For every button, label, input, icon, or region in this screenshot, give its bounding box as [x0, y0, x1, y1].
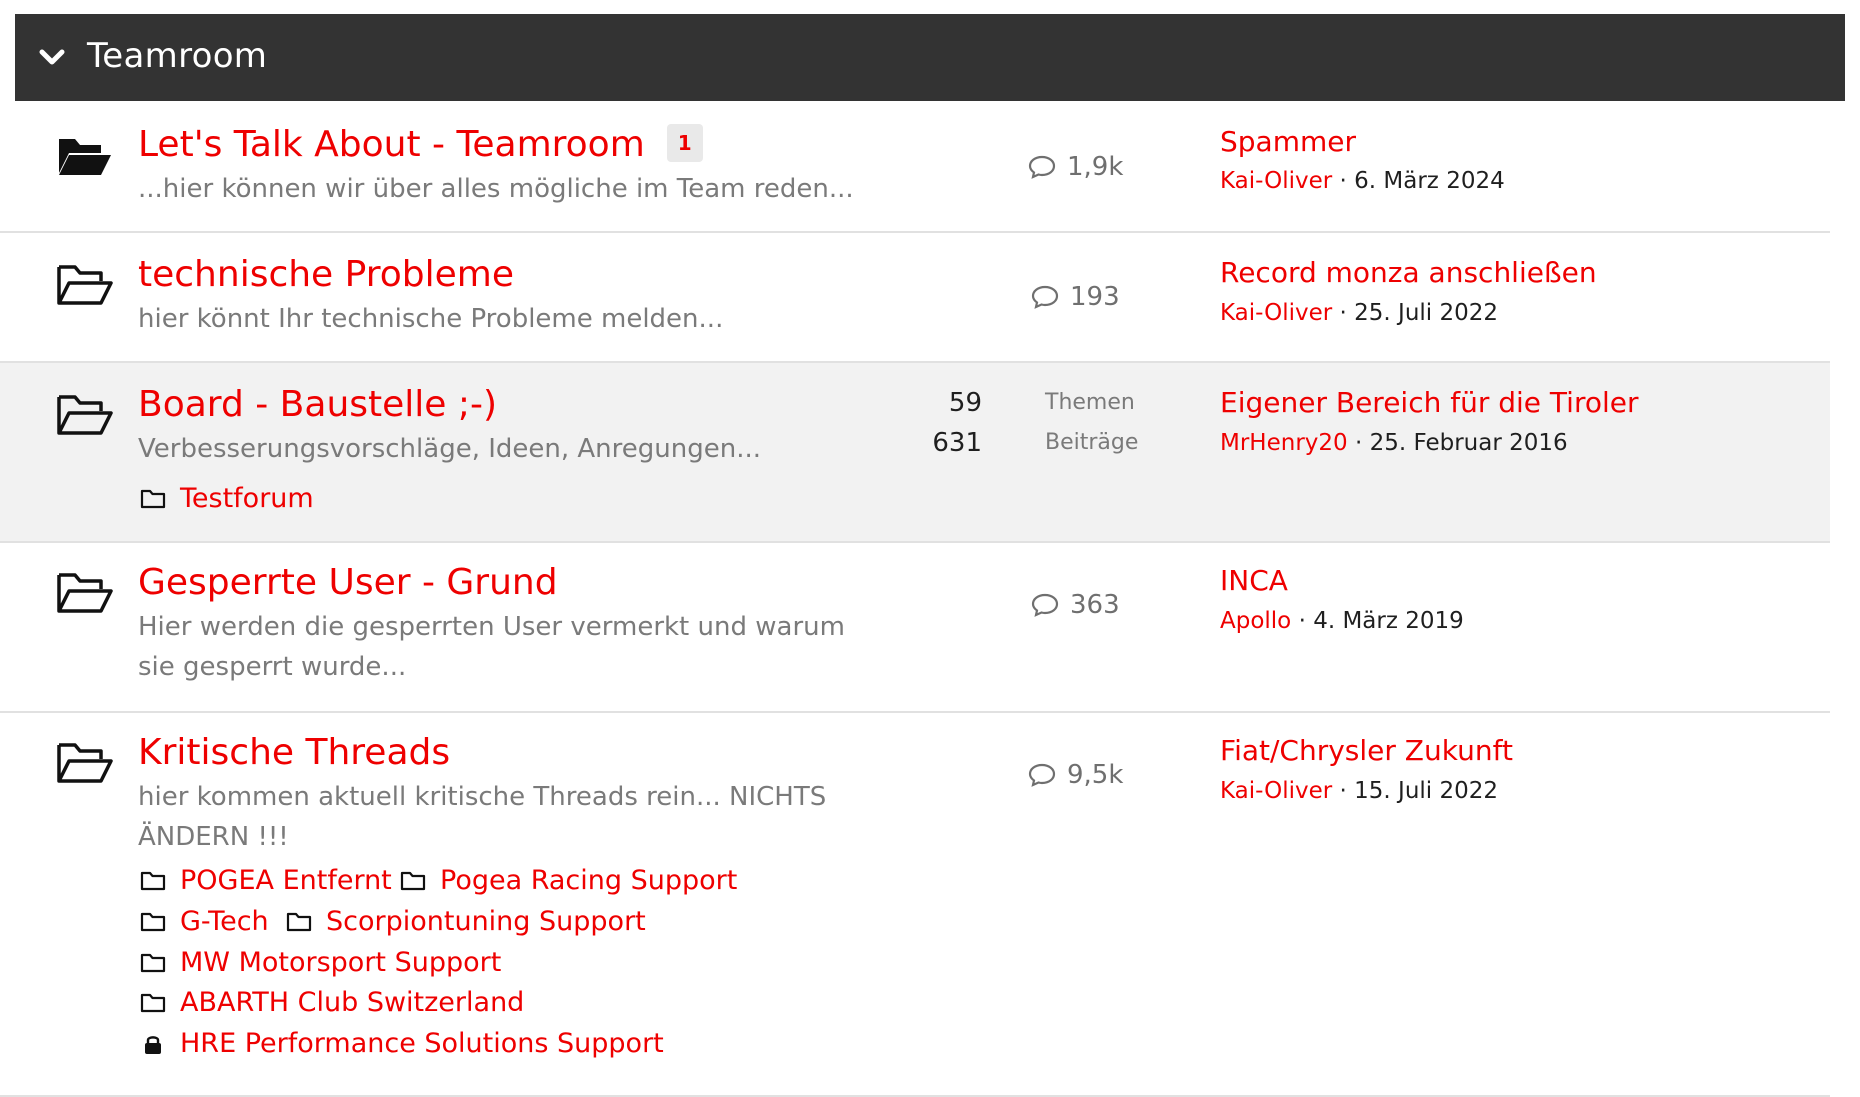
subforum-label[interactable]: POGEA Entfernt — [180, 861, 392, 901]
meta-separator: · — [1339, 300, 1347, 326]
node-title-text[interactable]: Let's Talk About - Teamroom — [138, 124, 645, 165]
last-post-title[interactable]: Fiat/Chrysler Zukunft — [1220, 731, 1513, 771]
chevron-down-icon[interactable] — [37, 44, 67, 70]
message-count-value: 9,5k — [1067, 760, 1124, 790]
folder-icon — [140, 912, 166, 932]
folder-icon — [140, 953, 166, 973]
forum-category-block: Teamroom — [15, 14, 1845, 101]
folder-icon — [140, 489, 166, 509]
subforum-label[interactable]: Testforum — [180, 479, 314, 519]
node-title-text[interactable]: technische Probleme — [138, 254, 514, 295]
lock-icon — [145, 1036, 161, 1054]
thread-count-value: 59 — [948, 388, 982, 418]
subforum-label[interactable]: Pogea Racing Support — [440, 861, 737, 901]
node-description-line: ÄNDERN !!! — [138, 822, 289, 852]
last-post-date[interactable]: 25. Februar 2016 — [1370, 430, 1568, 456]
node-description: hier könnt Ihr technische Probleme melde… — [138, 304, 724, 334]
folder-open-icon — [57, 743, 113, 783]
last-post-meta: Kai-Oliver · 15. Juli 2022 — [1220, 773, 1498, 809]
node-title-text[interactable]: Gesperrte User - Grund — [138, 562, 558, 603]
message-count: 193 — [1030, 277, 1230, 317]
post-count: 631 Beiträge — [0, 423, 1200, 463]
node-description: ...hier können wir über alles mögliche i… — [138, 174, 854, 204]
unread-badge[interactable]: 1 — [666, 124, 703, 162]
last-post-date[interactable]: 4. März 2019 — [1313, 608, 1464, 634]
node-title-link[interactable]: Let's Talk About - Teamroom 1 — [138, 123, 703, 167]
last-post-date[interactable]: 6. März 2024 — [1354, 168, 1505, 194]
subforum-link[interactable]: G-Tech — [140, 902, 269, 942]
last-post-user[interactable]: Kai-Oliver — [1220, 778, 1332, 804]
last-post-user[interactable]: MrHenry20 — [1220, 430, 1348, 456]
forum-node: Board - Baustelle ;-) Verbesserungsvorsc… — [0, 363, 1830, 543]
last-post-date[interactable]: 15. Juli 2022 — [1354, 778, 1498, 804]
subforum-link[interactable]: Testforum — [140, 479, 314, 519]
message-count-value: 1,9k — [1067, 152, 1124, 182]
category-header[interactable]: Teamroom — [15, 14, 1845, 101]
post-count-label: Beiträge — [1045, 430, 1139, 455]
last-post-meta: Apollo · 4. März 2019 — [1220, 603, 1464, 639]
node-description: hier kommen aktuell kritische Threads re… — [138, 777, 878, 857]
node-description-line: Hier werden die gesperrten User vermerkt… — [138, 612, 845, 642]
folder-icon — [400, 871, 426, 891]
message-count: 9,5k — [1027, 755, 1227, 795]
speech-bubble-icon — [1028, 763, 1056, 787]
folder-open-icon — [57, 265, 113, 305]
speech-bubble-icon — [1031, 285, 1059, 309]
speech-bubble-icon — [1028, 155, 1056, 179]
node-title-text[interactable]: Kritische Threads — [138, 732, 450, 773]
subforum-link[interactable]: MW Motorsport Support — [140, 943, 501, 983]
forum-node: Kritische Threads hier kommen aktuell kr… — [0, 713, 1830, 1097]
subforum-link[interactable]: Scorpiontuning Support — [286, 902, 646, 942]
node-description: Hier werden die gesperrten User vermerkt… — [138, 607, 878, 687]
last-post-title[interactable]: Record monza anschließen — [1220, 253, 1597, 293]
last-post-title[interactable]: INCA — [1220, 561, 1288, 601]
node-description-line: hier kommen aktuell kritische Threads re… — [138, 782, 827, 812]
subforum-label[interactable]: ABARTH Club Switzerland — [180, 983, 524, 1023]
message-count-value: 363 — [1070, 590, 1120, 620]
last-post-user[interactable]: Apollo — [1220, 608, 1291, 634]
category-title[interactable]: Teamroom — [87, 34, 267, 78]
folder-icon — [286, 912, 312, 932]
meta-separator: · — [1339, 778, 1347, 804]
meta-separator: · — [1298, 608, 1306, 634]
speech-bubble-icon — [1031, 593, 1059, 617]
subforum-label[interactable]: G-Tech — [180, 902, 269, 942]
folder-icon — [140, 993, 166, 1013]
folder-icon — [140, 871, 166, 891]
meta-separator: · — [1354, 430, 1363, 456]
last-post-date[interactable]: 25. Juli 2022 — [1354, 300, 1498, 326]
subforum-label[interactable]: HRE Performance Solutions Support — [180, 1024, 664, 1064]
subforum-link[interactable]: ABARTH Club Switzerland — [140, 983, 524, 1023]
last-post-meta: Kai-Oliver · 6. März 2024 — [1220, 163, 1505, 199]
folder-open-filled-icon — [59, 139, 111, 175]
thread-count-label: Themen — [1045, 390, 1135, 415]
last-post-meta: MrHenry20 · 25. Februar 2016 — [1220, 425, 1568, 461]
last-post-title[interactable]: Spammer — [1220, 122, 1356, 162]
message-count-value: 193 — [1070, 282, 1120, 312]
message-count: 363 — [1030, 585, 1230, 625]
forum-node: Let's Talk About - Teamroom 1 ...hier kön… — [0, 101, 1830, 233]
last-post-title[interactable]: Eigener Bereich für die Tiroler — [1220, 383, 1639, 423]
post-count-value: 631 — [932, 428, 982, 458]
node-title-link[interactable]: Kritische Threads — [138, 731, 450, 775]
subforum-label[interactable]: Scorpiontuning Support — [326, 902, 646, 942]
message-count: 1,9k — [1027, 147, 1227, 187]
forum-node: technische Probleme hier könnt Ihr techn… — [0, 233, 1830, 363]
thread-count: 59 Themen — [0, 383, 1200, 423]
subforum-label[interactable]: MW Motorsport Support — [180, 943, 501, 983]
forum-node: Gesperrte User - Grund Hier werden die g… — [0, 543, 1830, 713]
last-post-user[interactable]: Kai-Oliver — [1220, 300, 1332, 326]
last-post-user[interactable]: Kai-Oliver — [1220, 168, 1332, 194]
node-title-link[interactable]: technische Probleme — [138, 253, 514, 297]
last-post-meta: Kai-Oliver · 25. Juli 2022 — [1220, 295, 1498, 331]
meta-separator: · — [1339, 168, 1347, 194]
subforum-link[interactable]: HRE Performance Solutions Support — [140, 1024, 664, 1064]
folder-open-icon — [57, 573, 113, 613]
node-title-link[interactable]: Gesperrte User - Grund — [138, 561, 558, 605]
subforum-link[interactable]: Pogea Racing Support — [400, 861, 737, 901]
node-description-line: sie gesperrt wurde... — [138, 652, 407, 682]
subforum-link[interactable]: POGEA Entfernt — [140, 861, 392, 901]
